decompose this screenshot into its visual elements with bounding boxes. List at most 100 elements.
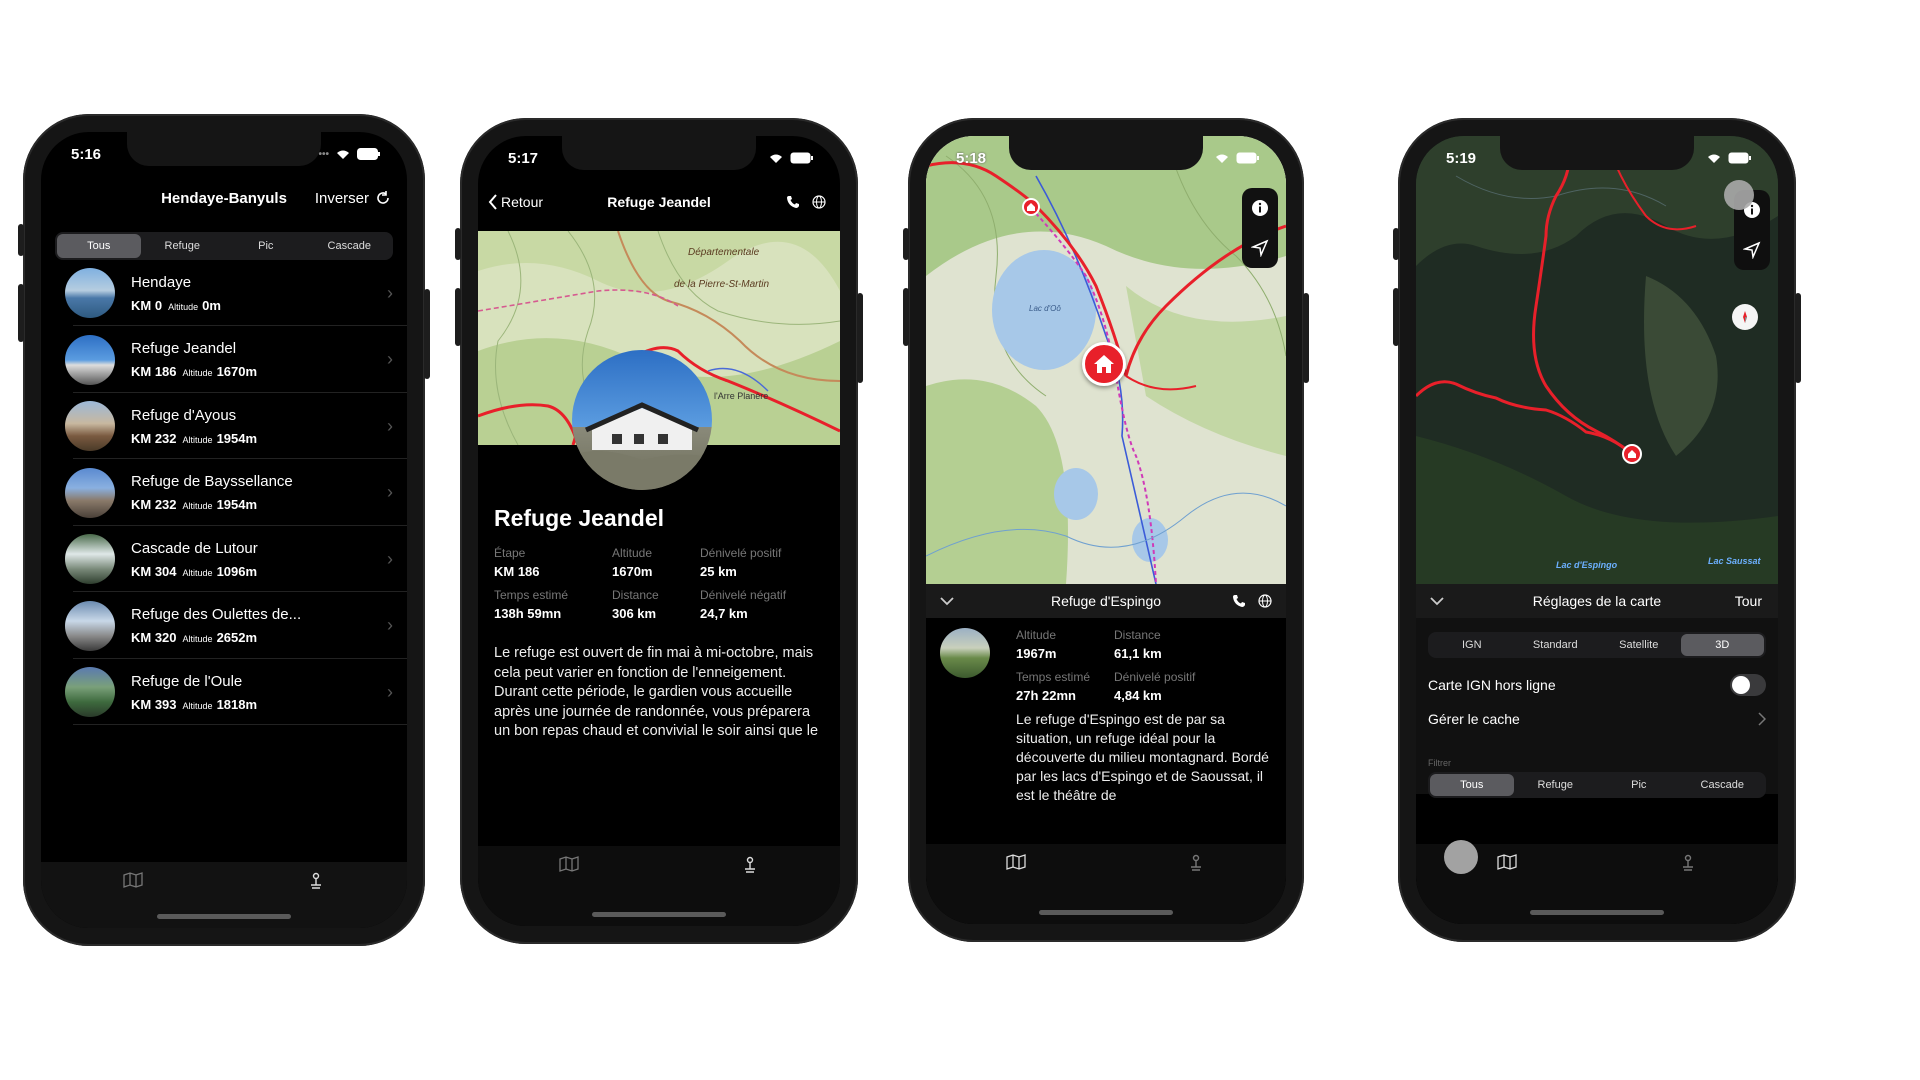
description: Le refuge d'Espingo est de par sa situat…: [1016, 711, 1269, 803]
place-thumbnail: [65, 334, 115, 385]
list-item[interactable]: Refuge de l'Oule KM 393 Altitude 1818m ›: [41, 659, 407, 725]
place-thumbnail: [65, 467, 115, 518]
filter-tous[interactable]: Tous: [57, 234, 141, 258]
refuge-marker-small[interactable]: [1022, 198, 1040, 216]
refresh-icon: [377, 191, 389, 204]
info-icon[interactable]: [1251, 199, 1269, 217]
place-name: Hendaye: [131, 273, 192, 291]
filter-pic[interactable]: Pic: [224, 234, 308, 258]
stat-value: 61,1 km: [1114, 646, 1162, 661]
map-type-3d[interactable]: 3D: [1680, 634, 1764, 656]
place-altitude: 1954m: [216, 497, 258, 512]
altitude-label: Altitude: [182, 434, 213, 445]
place-altitude: 1954m: [216, 430, 258, 446]
cache-row[interactable]: Gérer le cache: [1428, 702, 1766, 736]
filter-cascade[interactable]: Cascade: [308, 234, 392, 258]
avatar-bubble: [1724, 180, 1754, 210]
altitude-label: Altitude: [182, 567, 213, 578]
map-type-ign[interactable]: IGN: [1430, 634, 1514, 656]
clock: 5:16: [71, 145, 102, 163]
sheet-header: Refuge d'Espingo: [926, 584, 1286, 618]
list-item[interactable]: Refuge Jeandel KM 186 Altitude 1670m ›: [41, 327, 407, 393]
battery-icon: [1728, 152, 1751, 164]
invert-button[interactable]: Inverser: [315, 190, 391, 207]
place-name: Refuge d'Ayous: [131, 406, 237, 424]
place-name: Refuge de l'Oule: [131, 672, 243, 690]
filter-refuge[interactable]: Refuge: [141, 234, 225, 258]
stat-label: Dénivelé négatif: [700, 588, 787, 602]
house-icon: [1094, 355, 1114, 373]
filter-refuge[interactable]: Refuge: [1514, 774, 1598, 796]
map-type-standard[interactable]: Standard: [1514, 634, 1598, 656]
list-item[interactable]: Cascade de Lutour KM 304 Altitude 1096m ›: [41, 526, 407, 592]
location-arrow-icon[interactable]: [1743, 241, 1761, 259]
offline-toggle[interactable]: [1730, 674, 1766, 696]
place-km: KM 320: [131, 630, 177, 645]
map-label: Lac d'Espingo: [1556, 560, 1618, 570]
map-tab-icon[interactable]: [1004, 854, 1028, 874]
back-button[interactable]: Retour: [488, 194, 543, 210]
satellite-map[interactable]: Lac d'Espingo Lac Saussat: [1416, 136, 1778, 584]
tour-button[interactable]: Tour: [1735, 593, 1762, 609]
map-tab-icon[interactable]: [1495, 854, 1519, 874]
list-tab-icon[interactable]: [738, 856, 762, 876]
list-item[interactable]: Hendaye KM 0 Altitude 0m ›: [41, 260, 407, 326]
map-tab-icon[interactable]: [121, 872, 145, 892]
place-name: Cascade de Lutour: [131, 539, 258, 557]
place-thumbnail: [65, 534, 115, 584]
chevron-down-icon[interactable]: [1430, 596, 1444, 606]
place-name: Refuge Jeandel: [131, 340, 237, 357]
list-item[interactable]: Refuge des Oulettes de... KM 320 Altitude 2…: [41, 593, 407, 659]
list-item[interactable]: Refuge de Bayssellance KM 232 Altitude 1954…: [41, 460, 407, 526]
map-type-satellite[interactable]: Satellite: [1597, 634, 1681, 656]
battery-icon: [357, 148, 380, 160]
map-tools: [1242, 188, 1278, 268]
refuge-marker-selected[interactable]: [1082, 342, 1126, 386]
compass-icon[interactable]: [1732, 304, 1758, 330]
chevron-right-icon: ›: [387, 548, 393, 569]
phone-icon[interactable]: [786, 195, 800, 209]
battery-icon: [1236, 152, 1259, 164]
altitude-label: Altitude: [168, 301, 199, 312]
list-tab-icon[interactable]: [1184, 854, 1208, 874]
globe-icon[interactable]: [812, 195, 826, 209]
clock: 5:17: [508, 149, 539, 167]
filter-pic[interactable]: Pic: [1597, 774, 1681, 796]
chevron-left-icon: [488, 194, 497, 210]
place-name: Refuge des Oulettes de...: [131, 606, 302, 623]
wifi-icon: [337, 150, 349, 159]
floating-circle: [1444, 840, 1478, 874]
place-thumbnail: [65, 600, 115, 651]
list-tab-icon[interactable]: [304, 872, 328, 892]
map-graphic: [1416, 136, 1778, 584]
filter-segment: Tous Refuge Pic Cascade: [1428, 772, 1766, 798]
filter-tous[interactable]: Tous: [1430, 774, 1514, 796]
place-altitude: 2652m: [216, 630, 258, 645]
screen: Lac d'Espingo Lac Saussat 5:19 Réglages …: [1416, 136, 1778, 924]
divider: [73, 724, 407, 725]
settings-body: IGN Standard Satellite 3D Carte IGN hors…: [1416, 618, 1778, 794]
list-tab-icon[interactable]: [1676, 854, 1700, 874]
stat-label: Distance: [1114, 628, 1161, 642]
map-tab-icon[interactable]: [557, 856, 581, 876]
chevron-right-icon: ›: [387, 282, 393, 303]
altitude-label: Altitude: [182, 501, 213, 511]
globe-icon[interactable]: [1258, 594, 1272, 608]
stat-label: Dénivelé positif: [700, 546, 782, 560]
chevron-down-icon[interactable]: [940, 596, 954, 606]
phone-detail: 5:17 Retour Refuge Jeandel Départemental…: [455, 118, 863, 944]
place-km: KM 393: [131, 696, 177, 712]
refuge-marker[interactable]: [1622, 444, 1642, 464]
location-arrow-icon[interactable]: [1251, 239, 1269, 257]
filter-cascade[interactable]: Cascade: [1681, 774, 1765, 796]
phone-icon[interactable]: [1232, 594, 1246, 608]
list-item[interactable]: Refuge d'Ayous KM 232 Altitude 1954m ›: [41, 393, 407, 459]
map-label: l'Arre Planère: [714, 391, 769, 401]
back-label: Retour: [501, 194, 544, 210]
topo-map[interactable]: Lac d'Oô: [926, 136, 1286, 584]
chevron-right-icon: [1758, 712, 1766, 726]
place-altitude: 1818m: [216, 696, 258, 712]
stat-label: Altitude: [1016, 628, 1057, 642]
clock: 5:18: [956, 149, 987, 167]
stat-label: Distance: [612, 588, 659, 602]
